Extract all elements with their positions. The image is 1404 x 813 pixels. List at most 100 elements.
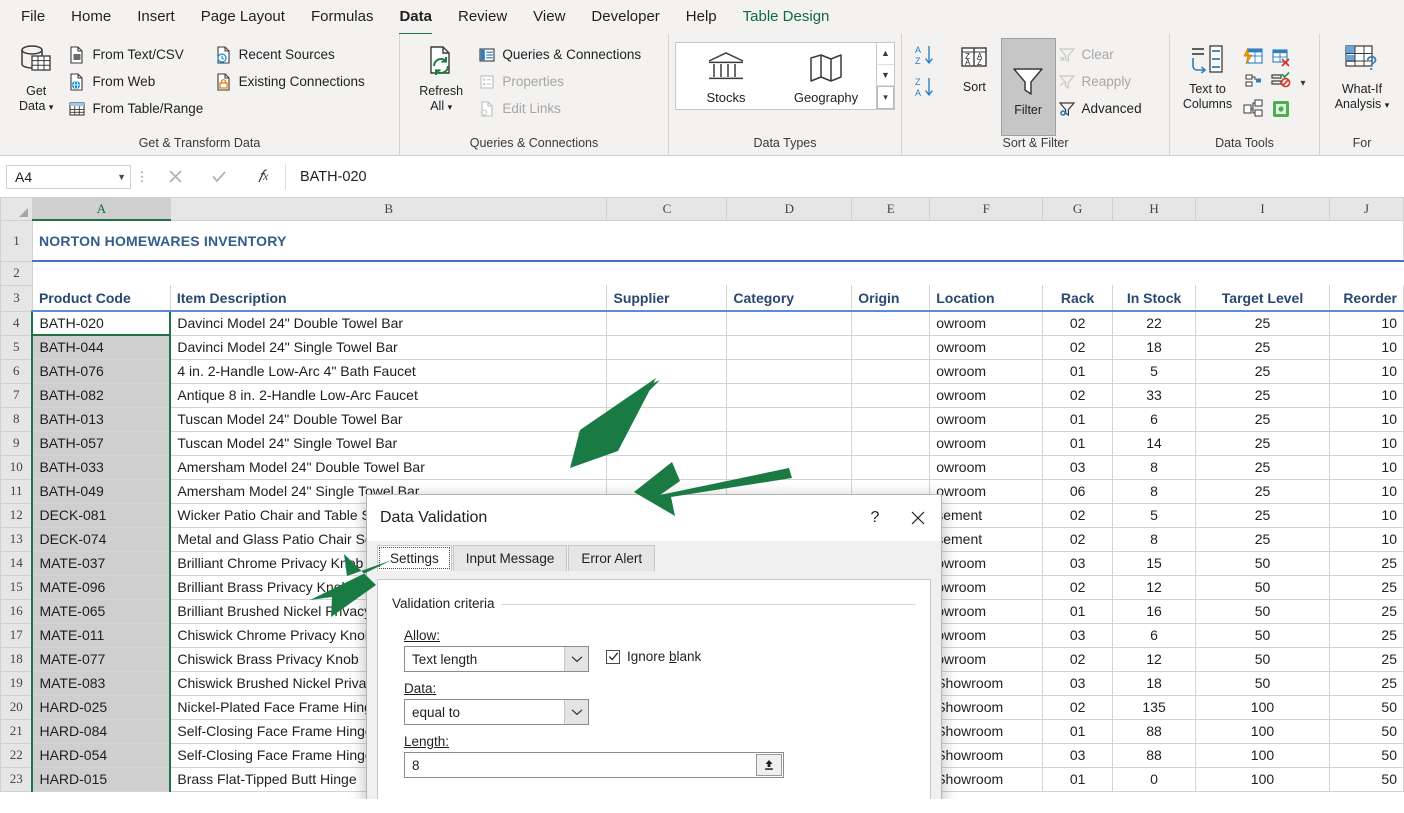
cancel-icon[interactable] [153,164,197,190]
from-web-button[interactable]: From Web [66,68,212,95]
cell-G18[interactable]: 02 [1043,647,1113,671]
cell-H21[interactable]: 88 [1113,719,1196,743]
cell-F7[interactable]: owroom [930,383,1043,407]
cell-C2[interactable] [607,261,727,285]
cell-F8[interactable]: owroom [930,407,1043,431]
cell-A23[interactable]: HARD-015 [32,767,170,791]
cell-A22[interactable]: HARD-054 [32,743,170,767]
row-header-15[interactable]: 15 [1,575,33,599]
manage-data-model-button[interactable] [1267,96,1295,122]
enter-icon[interactable] [197,164,241,190]
cell-H14[interactable]: 15 [1113,551,1196,575]
ribbon-tab-help[interactable]: Help [673,2,730,32]
cell-J7[interactable]: 10 [1329,383,1403,407]
chevron-down-icon[interactable] [564,700,588,724]
cell-G14[interactable]: 03 [1043,551,1113,575]
cell-I19[interactable]: 50 [1196,671,1330,695]
cell-H16[interactable]: 16 [1113,599,1196,623]
cell-J23[interactable]: 50 [1329,767,1403,791]
row-header-2[interactable]: 2 [1,261,33,285]
cell-H13[interactable]: 8 [1113,527,1196,551]
cell-F9[interactable]: owroom [930,431,1043,455]
row-header-6[interactable]: 6 [1,359,33,383]
cell-J11[interactable]: 10 [1329,479,1403,503]
cell-B10[interactable]: Amersham Model 24" Double Towel Bar [170,455,607,479]
cell-A12[interactable]: DECK-081 [32,503,170,527]
cell-D2[interactable] [727,261,852,285]
cell-A14[interactable]: MATE-037 [32,551,170,575]
geography-data-type[interactable]: Geography [776,43,876,109]
row-header-11[interactable]: 11 [1,479,33,503]
cell-I4[interactable]: 25 [1196,311,1330,335]
cell-A15[interactable]: MATE-096 [32,575,170,599]
row-header-9[interactable]: 9 [1,431,33,455]
cell-E4[interactable] [852,311,930,335]
relationships-button[interactable] [1239,96,1267,122]
cell-H20[interactable]: 135 [1113,695,1196,719]
cell-A6[interactable]: BATH-076 [32,359,170,383]
cell-J16[interactable]: 25 [1329,599,1403,623]
recent-sources-button[interactable]: Recent Sources [213,41,393,68]
help-icon[interactable]: ? [855,495,895,541]
cell-J9[interactable]: 10 [1329,431,1403,455]
cell-A20[interactable]: HARD-025 [32,695,170,719]
queries-and-connections-button[interactable]: Queries & Connections [476,41,662,68]
cell-J8[interactable]: 10 [1329,407,1403,431]
cell-G17[interactable]: 03 [1043,623,1113,647]
chevron-down-icon[interactable]: ▾ [1295,70,1311,96]
cell-F14[interactable]: owroom [930,551,1043,575]
cell-I16[interactable]: 50 [1196,599,1330,623]
row-header-3[interactable]: 3 [1,285,33,311]
cell-B7[interactable]: Antique 8 in. 2-Handle Low-Arc Faucet [170,383,607,407]
dialog-title-bar[interactable]: Data Validation ? [367,495,941,541]
table-row[interactable]: 9BATH-057Tuscan Model 24" Single Towel B… [1,431,1404,455]
cell-A4[interactable]: BATH-020 [32,311,170,335]
cell-H10[interactable]: 8 [1113,455,1196,479]
column-header-h[interactable]: H [1113,198,1196,220]
column-header-b[interactable]: B [170,198,607,220]
cell-G19[interactable]: 03 [1043,671,1113,695]
sort-descending-button[interactable]: Z A [914,76,944,98]
cell-H8[interactable]: 6 [1113,407,1196,431]
cell-J15[interactable]: 25 [1329,575,1403,599]
stocks-data-type[interactable]: Stocks [676,43,776,109]
cell-E10[interactable] [852,455,930,479]
cell-I22[interactable]: 100 [1196,743,1330,767]
cell-A19[interactable]: MATE-083 [32,671,170,695]
spreadsheet-grid[interactable]: A B C D E F G H I J 1NORTON HOMEWARES IN… [0,198,1404,799]
cell-J17[interactable]: 25 [1329,623,1403,647]
table-row[interactable]: 5BATH-044Davinci Model 24" Single Towel … [1,335,1404,359]
ribbon-tab-formulas[interactable]: Formulas [298,2,387,32]
collapse-dialog-icon[interactable] [756,754,782,776]
cell-G7[interactable]: 02 [1043,383,1113,407]
cell-F12[interactable]: sement [930,503,1043,527]
column-title-D[interactable]: Category [727,285,852,311]
column-title-F[interactable]: Location [930,285,1043,311]
cell-F16[interactable]: owroom [930,599,1043,623]
gallery-expand-icon[interactable]: ▾ [877,86,894,109]
cell-D10[interactable] [727,455,852,479]
cell-A8[interactable]: BATH-013 [32,407,170,431]
row-header-18[interactable]: 18 [1,647,33,671]
cell-J22[interactable]: 50 [1329,743,1403,767]
cell-I6[interactable]: 25 [1196,359,1330,383]
cell-F11[interactable]: owroom [930,479,1043,503]
cell-A7[interactable]: BATH-082 [32,383,170,407]
cell-A5[interactable]: BATH-044 [32,335,170,359]
page-title[interactable]: NORTON HOMEWARES INVENTORY [32,220,1403,261]
cell-G20[interactable]: 02 [1043,695,1113,719]
select-all-corner[interactable] [1,198,33,220]
cell-I12[interactable]: 25 [1196,503,1330,527]
column-title-A[interactable]: Product Code [32,285,170,311]
get-data-button[interactable]: GetData ▾ [6,38,66,115]
cell-I11[interactable]: 25 [1196,479,1330,503]
ribbon-tab-view[interactable]: View [520,2,578,32]
table-row[interactable]: 1NORTON HOMEWARES INVENTORY [1,220,1404,261]
cell-H9[interactable]: 14 [1113,431,1196,455]
cell-A16[interactable]: MATE-065 [32,599,170,623]
column-title-I[interactable]: Target Level [1196,285,1330,311]
cell-F10[interactable]: owroom [930,455,1043,479]
dialog-tab-input-message[interactable]: Input Message [453,545,568,571]
table-row[interactable]: 2 [1,261,1404,285]
cell-H7[interactable]: 33 [1113,383,1196,407]
